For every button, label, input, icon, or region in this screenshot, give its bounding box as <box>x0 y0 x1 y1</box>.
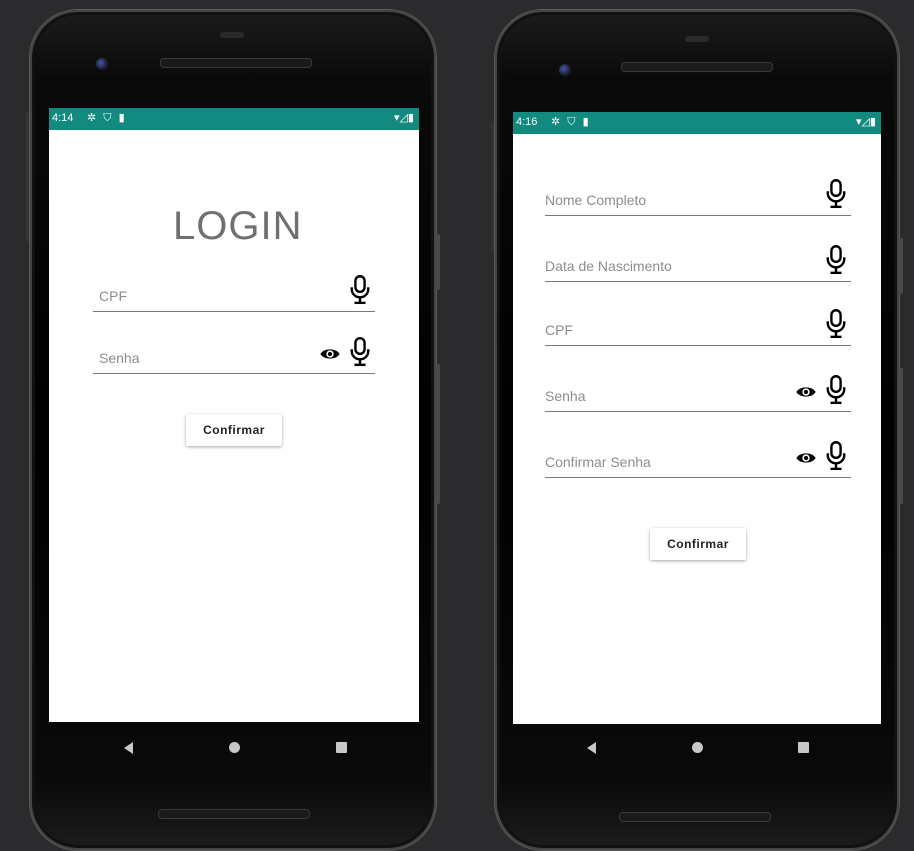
senha-field[interactable]: Senha <box>545 374 851 412</box>
status-bar: 4:14 ✲ ⛉ ▮ ▾◿▮ <box>49 108 419 130</box>
cpf-field-label: CPF <box>545 322 573 338</box>
side-edge <box>491 122 494 252</box>
status-right-icons: ▾◿▮ <box>393 112 414 124</box>
front-camera <box>559 64 571 76</box>
status-time: 4:16 <box>516 116 538 128</box>
field-underline <box>93 311 375 312</box>
field-underline <box>545 281 851 282</box>
phone-frame-login: 4:14 ✲ ⛉ ▮ ▾◿▮ LOGIN CPF Senha Confirmar <box>26 10 440 850</box>
field-underline <box>545 477 851 478</box>
mic-icon[interactable] <box>825 309 847 344</box>
mic-icon[interactable] <box>825 245 847 280</box>
recents-icon[interactable] <box>336 742 347 753</box>
confirm-senha-field-label: Confirmar Senha <box>545 454 651 470</box>
cpf-field[interactable]: CPF <box>93 274 375 312</box>
volume-button <box>898 368 903 504</box>
recents-icon[interactable] <box>798 742 809 753</box>
mic-icon[interactable] <box>825 441 847 476</box>
confirm-button[interactable]: Confirmar <box>186 414 282 446</box>
earpiece-speaker <box>621 62 773 72</box>
field-underline <box>545 411 851 412</box>
eye-icon[interactable] <box>795 451 817 470</box>
field-underline <box>93 373 375 374</box>
power-button <box>898 238 903 294</box>
full-name-field[interactable]: Nome Completo <box>545 178 851 216</box>
login-screen: 4:14 ✲ ⛉ ▮ ▾◿▮ LOGIN CPF Senha Confirmar <box>49 108 419 722</box>
mic-icon[interactable] <box>825 179 847 214</box>
bottom-speaker <box>158 809 310 819</box>
confirm-button[interactable]: Confirmar <box>650 528 746 560</box>
top-slot <box>220 32 244 38</box>
back-icon[interactable] <box>587 742 596 754</box>
status-time: 4:14 <box>52 112 74 124</box>
status-bar: 4:16 ✲ ⛉ ▮ ▾◿▮ <box>513 112 881 134</box>
front-camera <box>96 58 108 70</box>
back-icon[interactable] <box>124 742 133 754</box>
power-button <box>435 234 440 290</box>
status-left-icons: ✲ ⛉ ▮ <box>551 116 591 128</box>
senha-field-label: Senha <box>99 350 140 366</box>
earpiece-speaker <box>160 58 312 68</box>
status-left-icons: ✲ ⛉ ▮ <box>87 112 127 124</box>
birth-date-field-label: Data de Nascimento <box>545 258 672 274</box>
mic-icon[interactable] <box>349 275 371 310</box>
top-slot <box>685 36 709 42</box>
side-edge <box>26 112 29 242</box>
bottom-speaker <box>619 812 771 822</box>
home-icon[interactable] <box>229 742 240 753</box>
home-icon[interactable] <box>692 742 703 753</box>
senha-field[interactable]: Senha <box>93 336 375 374</box>
cpf-field[interactable]: CPF <box>545 308 851 346</box>
page-title: LOGIN <box>173 204 303 248</box>
mic-icon[interactable] <box>825 375 847 410</box>
field-underline <box>545 215 851 216</box>
eye-icon[interactable] <box>795 385 817 404</box>
eye-icon[interactable] <box>319 347 341 366</box>
status-right-icons: ▾◿▮ <box>855 116 876 128</box>
birth-date-field[interactable]: Data de Nascimento <box>545 244 851 282</box>
field-underline <box>545 345 851 346</box>
register-screen: 4:16 ✲ ⛉ ▮ ▾◿▮ Nome Completo Data de Nas… <box>513 112 881 724</box>
full-name-field-label: Nome Completo <box>545 192 647 208</box>
mic-icon[interactable] <box>349 337 371 372</box>
phone-frame-register: 4:16 ✲ ⛉ ▮ ▾◿▮ Nome Completo Data de Nas… <box>491 10 903 850</box>
confirm-senha-field[interactable]: Confirmar Senha <box>545 440 851 478</box>
senha-field-label: Senha <box>545 388 586 404</box>
cpf-field-label: CPF <box>99 288 127 304</box>
volume-button <box>435 364 440 504</box>
